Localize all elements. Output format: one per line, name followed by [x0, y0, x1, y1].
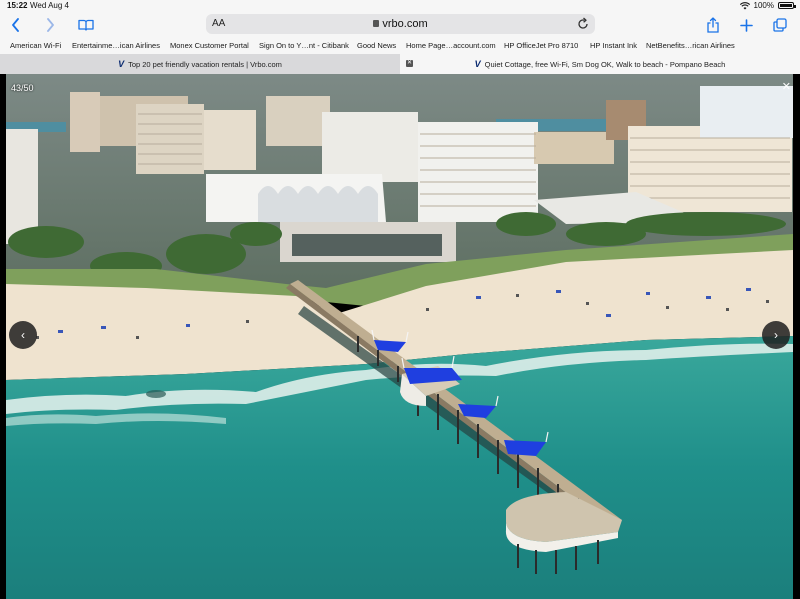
chevron-left-icon: ‹ — [21, 328, 25, 342]
tabs-overview-icon — [773, 18, 787, 32]
status-date: Wed Aug 4 — [30, 1, 69, 10]
bookmark-item[interactable]: Home Page…account.com — [406, 41, 496, 50]
tab-title: Top 20 pet friendly vacation rentals | V… — [128, 59, 282, 69]
browser-toolbar: AA vrbo.com — [0, 12, 800, 38]
previous-photo-button[interactable]: ‹ — [9, 321, 37, 349]
bookmark-item[interactable]: Monex Customer Portal — [170, 41, 249, 50]
bookmark-item[interactable]: Good News — [357, 41, 396, 50]
chevron-right-icon: › — [774, 328, 778, 342]
close-gallery-icon[interactable]: ✕ — [782, 80, 791, 93]
photo-gallery: 43/50 ✕ ‹ › — [0, 74, 800, 599]
bookmark-item[interactable]: American Wi-Fi — [10, 41, 61, 50]
tab-quiet-cottage[interactable]: V Quiet Cottage, free Wi-Fi, Sm Dog OK, … — [400, 54, 800, 74]
status-time: 15:22 — [7, 1, 28, 10]
wifi-icon — [739, 1, 750, 9]
tab-title: Quiet Cottage, free Wi-Fi, Sm Dog OK, Wa… — [484, 59, 726, 69]
reload-icon — [578, 17, 588, 29]
forward-arrow-icon — [46, 18, 54, 32]
share-button[interactable] — [705, 15, 721, 35]
photo-counter: 43/50 — [11, 83, 34, 93]
bookmarks-button[interactable] — [77, 15, 95, 35]
plus-icon — [739, 18, 753, 32]
address-bar[interactable]: AA vrbo.com — [206, 14, 595, 34]
gallery-photo[interactable] — [6, 74, 793, 599]
bookmark-item[interactable]: HP OfficeJet Pro 8710 — [504, 41, 578, 50]
back-arrow-icon — [11, 18, 19, 32]
vrbo-favicon-icon: V — [118, 59, 125, 69]
tabs-overview-button[interactable] — [772, 15, 788, 35]
url-display[interactable]: vrbo.com — [206, 18, 595, 30]
new-tab-button[interactable] — [738, 15, 754, 35]
bookmark-item[interactable]: NetBenefits…rican Airlines — [646, 41, 735, 50]
tab-top-20-pet-friendly[interactable]: V Top 20 pet friendly vacation rentals |… — [0, 54, 400, 74]
lock-icon — [373, 20, 380, 27]
bookmark-item[interactable]: HP Instant Ink — [590, 41, 637, 50]
tab-strip: V Top 20 pet friendly vacation rentals |… — [0, 54, 800, 74]
status-bar: 15:22 Wed Aug 4 100% — [0, 0, 800, 12]
bookmark-item[interactable]: Sign On to Y…nt - Citibank — [259, 41, 349, 50]
vrbo-favicon-icon: V — [474, 59, 481, 69]
bookmarks-bar: American Wi-Fi Entertainme…ican Airlines… — [0, 38, 800, 53]
forward-button[interactable] — [43, 15, 57, 35]
next-photo-button[interactable]: › — [762, 321, 790, 349]
battery-icon — [778, 2, 796, 9]
battery-percent: 100% — [753, 1, 774, 10]
url-text: vrbo.com — [382, 18, 428, 30]
back-button[interactable] — [8, 15, 22, 35]
bookmarks-book-icon — [78, 19, 94, 31]
browser-chrome: 15:22 Wed Aug 4 100% AA vrbo.com America… — [0, 0, 800, 74]
share-icon — [707, 17, 719, 33]
bookmark-item[interactable]: Entertainme…ican Airlines — [72, 41, 160, 50]
tab-close-icon[interactable]: ✕ — [406, 60, 413, 67]
status-right: 100% — [739, 1, 796, 10]
reload-button[interactable] — [577, 17, 589, 35]
